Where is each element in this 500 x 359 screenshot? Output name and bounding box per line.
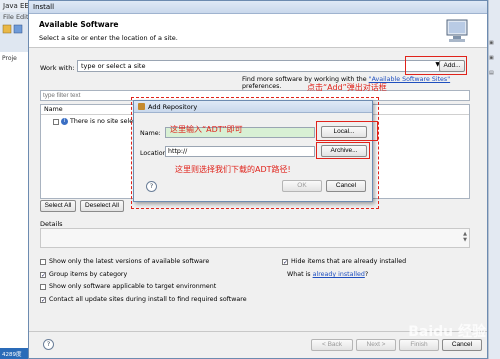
details-label: Details [40,220,63,228]
what-installed-suffix: ? [364,271,369,278]
checkbox[interactable] [40,271,46,278]
install-titlebar: Install [29,1,487,14]
status-chip: 4289度 [0,348,30,359]
already-installed-link[interactable]: already installed [313,271,365,278]
annotation-archive-text: 这里则选择我们下载的ADT路径! [175,165,291,174]
project-explorer-tab[interactable]: Proje [2,55,17,62]
right-toolbar-icon[interactable]: ▣ [489,40,499,48]
watermark-logo: Baidu 经验 [408,324,486,340]
row-checkbox[interactable] [53,118,59,125]
annotation-local-highlight [316,121,378,141]
right-toolbar-icon[interactable]: ▣ [489,55,499,63]
checkbox[interactable] [40,283,46,290]
checkbox[interactable] [40,296,46,303]
option-label: Hide items that are already installed [291,258,407,265]
checkbox[interactable] [282,258,288,265]
annotation-archive-highlight [316,142,370,159]
site-combo[interactable]: type or select a site ▼ [77,60,443,72]
work-with-label: Work with: [40,64,75,72]
install-wizard-icon [446,19,468,42]
right-toolbar-icon[interactable]: ▤ [489,70,499,78]
annotation-add-text: 点击“Add”弹出对话框 [307,83,387,92]
select-all-button[interactable]: Select All [40,200,76,212]
info-icon: i [61,118,68,125]
checkbox[interactable] [40,258,46,265]
page-title: Available Software [39,20,119,29]
annotation-add-highlight [405,56,467,75]
back-button[interactable]: < Back [311,339,353,351]
option-hide-installed[interactable]: Hide items that are already installed [282,258,406,265]
option-contact-update-sites[interactable]: Contact all update sites during install … [40,296,247,303]
what-installed-text: What is already installed? [287,271,368,278]
help-button[interactable]: ? [43,339,54,350]
find-more-suffix: preferences. [242,83,282,90]
what-installed-prefix: What is [287,271,311,278]
details-box: ▲ ▼ [40,228,470,248]
option-group-by-category[interactable]: Group items by category [40,271,127,278]
site-combo-value: type or select a site [81,62,146,70]
option-label: Group items by category [49,271,128,278]
option-target-environment[interactable]: Show only software applicable to target … [40,283,216,290]
page-subtitle: Select a site or enter the location of a… [39,34,178,42]
option-label: Show only the latest versions of availab… [49,258,210,265]
scroll-arrows-icon[interactable]: ▲ ▼ [463,231,467,243]
next-button[interactable]: Next > [356,339,396,351]
deselect-all-button[interactable]: Deselect All [80,200,124,212]
annotation-name-text: 这里输入“ADT”即可 [170,125,243,134]
option-label: Show only software applicable to target … [49,283,217,290]
option-label: Contact all update sites during install … [49,296,247,303]
install-header: Available Software Select a site or ente… [29,14,487,48]
eclipse-right-toolbar: ▣ ▣ ▤ [488,0,500,359]
option-latest-versions[interactable]: Show only the latest versions of availab… [40,258,209,265]
